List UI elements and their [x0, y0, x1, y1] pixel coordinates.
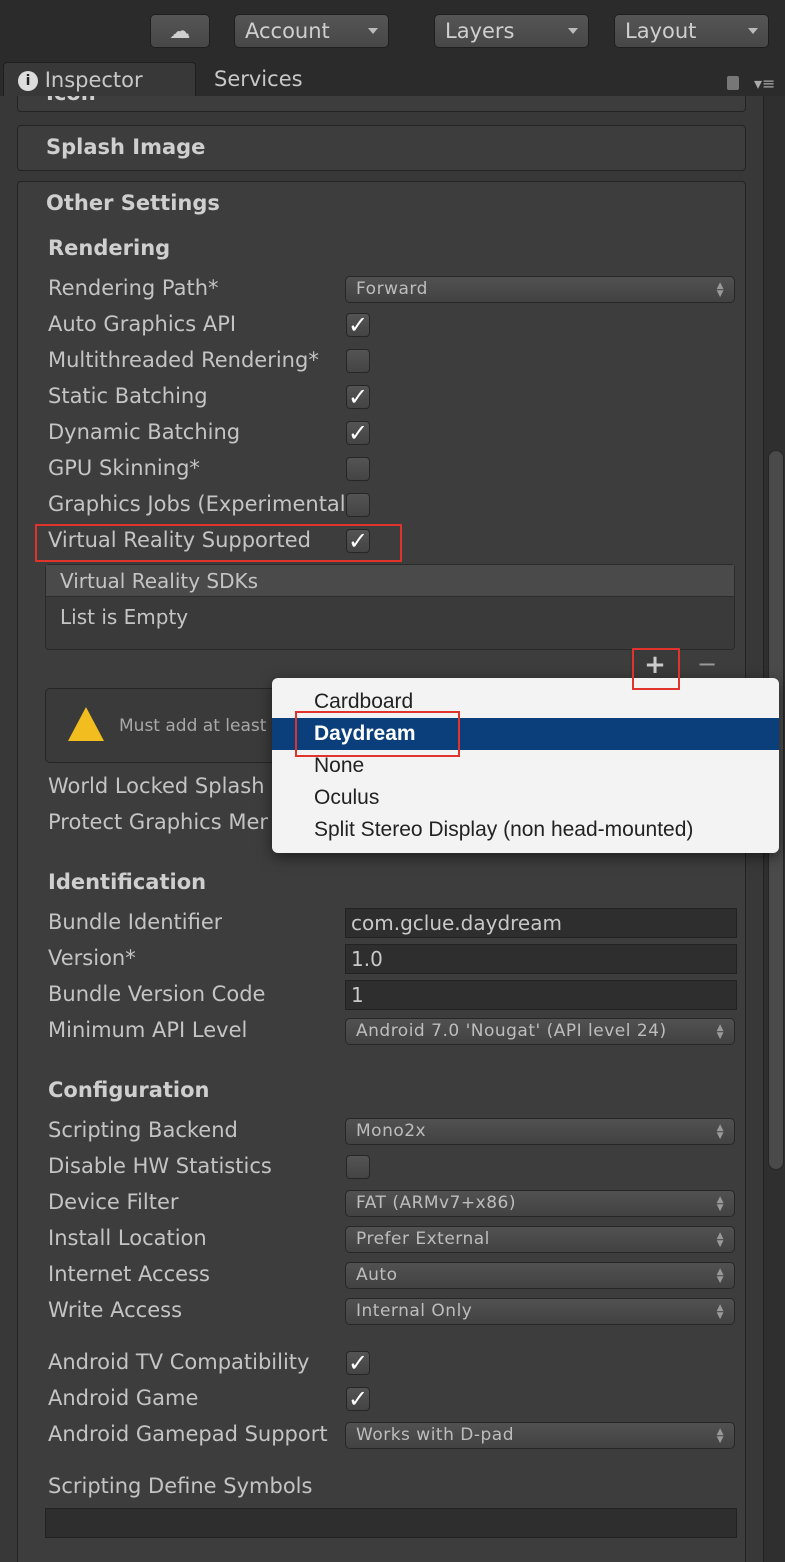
dropdown[interactable]: Mono2x ▲ ▼ [345, 1118, 735, 1145]
row-label: Scripting Backend [48, 1118, 238, 1142]
chevron-down-icon [568, 28, 578, 34]
vr-sdk-list: Virtual Reality SDKs List is Empty [45, 564, 735, 650]
checkbox[interactable]: ✓ [346, 313, 370, 337]
row-label: Auto Graphics API [48, 312, 237, 336]
tab-services-label: Services [214, 67, 303, 91]
dropdown-value: Auto [356, 1265, 398, 1285]
dropdown-value: Mono2x [356, 1121, 427, 1141]
layers-label: Layers [445, 19, 515, 43]
updown-arrow-icon: ▲ ▼ [716, 1427, 724, 1445]
configuration-title: Configuration [48, 1078, 210, 1102]
identification-title: Identification [48, 870, 207, 894]
chevron-down-icon [368, 28, 378, 34]
other-settings-title[interactable]: Other Settings [46, 191, 220, 215]
row-label: Android Game [48, 1386, 199, 1410]
dropdown[interactable]: Auto ▲ ▼ [345, 1262, 735, 1289]
dropdown-value: Prefer External [356, 1229, 490, 1249]
row-label: Graphics Jobs (Experimental)* [48, 492, 344, 516]
tab-services[interactable]: Services [214, 62, 303, 96]
rendering-title: Rendering [48, 236, 171, 260]
row-label: Android Gamepad Support [48, 1422, 328, 1446]
popup-item-oculus[interactable]: Oculus [272, 782, 779, 814]
row-label: Bundle Version Code [48, 982, 266, 1006]
dropdown-value: FAT (ARMv7+x86) [356, 1193, 517, 1213]
row-label: Static Batching [48, 384, 208, 408]
cloud-icon: ☁ [169, 19, 191, 43]
tab-inspector-label: Inspector [44, 68, 143, 92]
annotation-daydream [295, 711, 460, 757]
info-icon: i [18, 71, 38, 91]
checkbox[interactable] [346, 349, 370, 373]
row-label: Internet Access [48, 1262, 210, 1286]
row-label: Minimum API Level [48, 1018, 248, 1042]
vr-sdk-list-header: Virtual Reality SDKs [46, 565, 734, 597]
updown-arrow-icon: ▲ ▼ [716, 281, 724, 299]
layers-dropdown[interactable]: Layers [434, 14, 589, 48]
scripting-define-input[interactable] [45, 1508, 737, 1538]
account-label: Account [245, 19, 330, 43]
menu-icon[interactable]: ▾≡ [754, 74, 775, 93]
checkbox[interactable]: ✓ [346, 385, 370, 409]
updown-arrow-icon: ▲ ▼ [716, 1123, 724, 1141]
updown-arrow-icon: ▲ ▼ [716, 1303, 724, 1321]
dropdown[interactable]: Prefer External ▲ ▼ [345, 1226, 735, 1253]
dropdown[interactable]: Internal Only ▲ ▼ [345, 1298, 735, 1325]
vr-sdk-list-empty: List is Empty [60, 605, 189, 629]
row-label: Write Access [48, 1298, 183, 1322]
text-field[interactable]: 1.0 [345, 944, 737, 974]
row-label: Protect Graphics Memory [48, 810, 268, 834]
annotation-vr-supported [35, 524, 402, 562]
account-dropdown[interactable]: Account [234, 14, 389, 48]
dropdown-value: Internal Only [356, 1301, 473, 1321]
checkbox[interactable]: ✓ [346, 1387, 370, 1411]
text-field[interactable]: com.gclue.daydream [345, 908, 737, 938]
cloud-button[interactable]: ☁ [150, 14, 210, 48]
annotation-add-button [632, 648, 680, 690]
chevron-down-icon [748, 28, 758, 34]
dropdown[interactable]: FAT (ARMv7+x86) ▲ ▼ [345, 1190, 735, 1217]
row-label: Device Filter [48, 1190, 179, 1214]
row-label: Multithreaded Rendering* [48, 348, 319, 372]
row-label: Bundle Identifier [48, 910, 223, 934]
dropdown-value: Works with D-pad [356, 1425, 515, 1445]
checkbox[interactable] [346, 1155, 370, 1179]
updown-arrow-icon: ▲ ▼ [716, 1267, 724, 1285]
vr-sdk-popup-menu: Cardboard Daydream None Oculus Split Stereo … [272, 678, 779, 853]
dropdown[interactable]: Android 7.0 'Nougat' (API level 24) ▲ ▼ [345, 1018, 735, 1045]
dropdown-value: Forward [356, 279, 428, 299]
lock-icon[interactable] [727, 76, 739, 90]
dropdown-value: Android 7.0 'Nougat' (API level 24) [356, 1021, 667, 1041]
checkbox[interactable]: ✓ [346, 421, 370, 445]
row-label: Rendering Path* [48, 276, 219, 300]
checkbox[interactable]: ✓ [346, 1351, 370, 1375]
checkbox[interactable] [346, 493, 370, 517]
row-label: Android TV Compatibility [48, 1350, 310, 1374]
layout-dropdown[interactable]: Layout [614, 14, 769, 48]
scripting-define-label: Scripting Define Symbols [48, 1474, 313, 1498]
row-label: Install Location [48, 1226, 207, 1250]
row-label: GPU Skinning* [48, 456, 200, 480]
dropdown[interactable]: Forward ▲ ▼ [345, 276, 735, 303]
popup-item-split[interactable]: Split Stereo Display (non head-mounted) [272, 814, 779, 846]
dropdown[interactable]: Works with D-pad ▲ ▼ [345, 1422, 735, 1449]
warning-icon [68, 707, 104, 741]
checkbox[interactable] [346, 457, 370, 481]
layout-label: Layout [625, 19, 697, 43]
tab-inspector[interactable]: i Inspector [3, 62, 196, 96]
text-field[interactable]: 1 [345, 980, 737, 1010]
row-label: Dynamic Batching [48, 420, 241, 444]
row-label: Disable HW Statistics [48, 1154, 272, 1178]
updown-arrow-icon: ▲ ▼ [716, 1023, 724, 1041]
updown-arrow-icon: ▲ ▼ [716, 1231, 724, 1249]
row-label: World Locked Splash Screen [48, 774, 268, 798]
updown-arrow-icon: ▲ ▼ [716, 1195, 724, 1213]
row-label: Version* [48, 946, 136, 970]
